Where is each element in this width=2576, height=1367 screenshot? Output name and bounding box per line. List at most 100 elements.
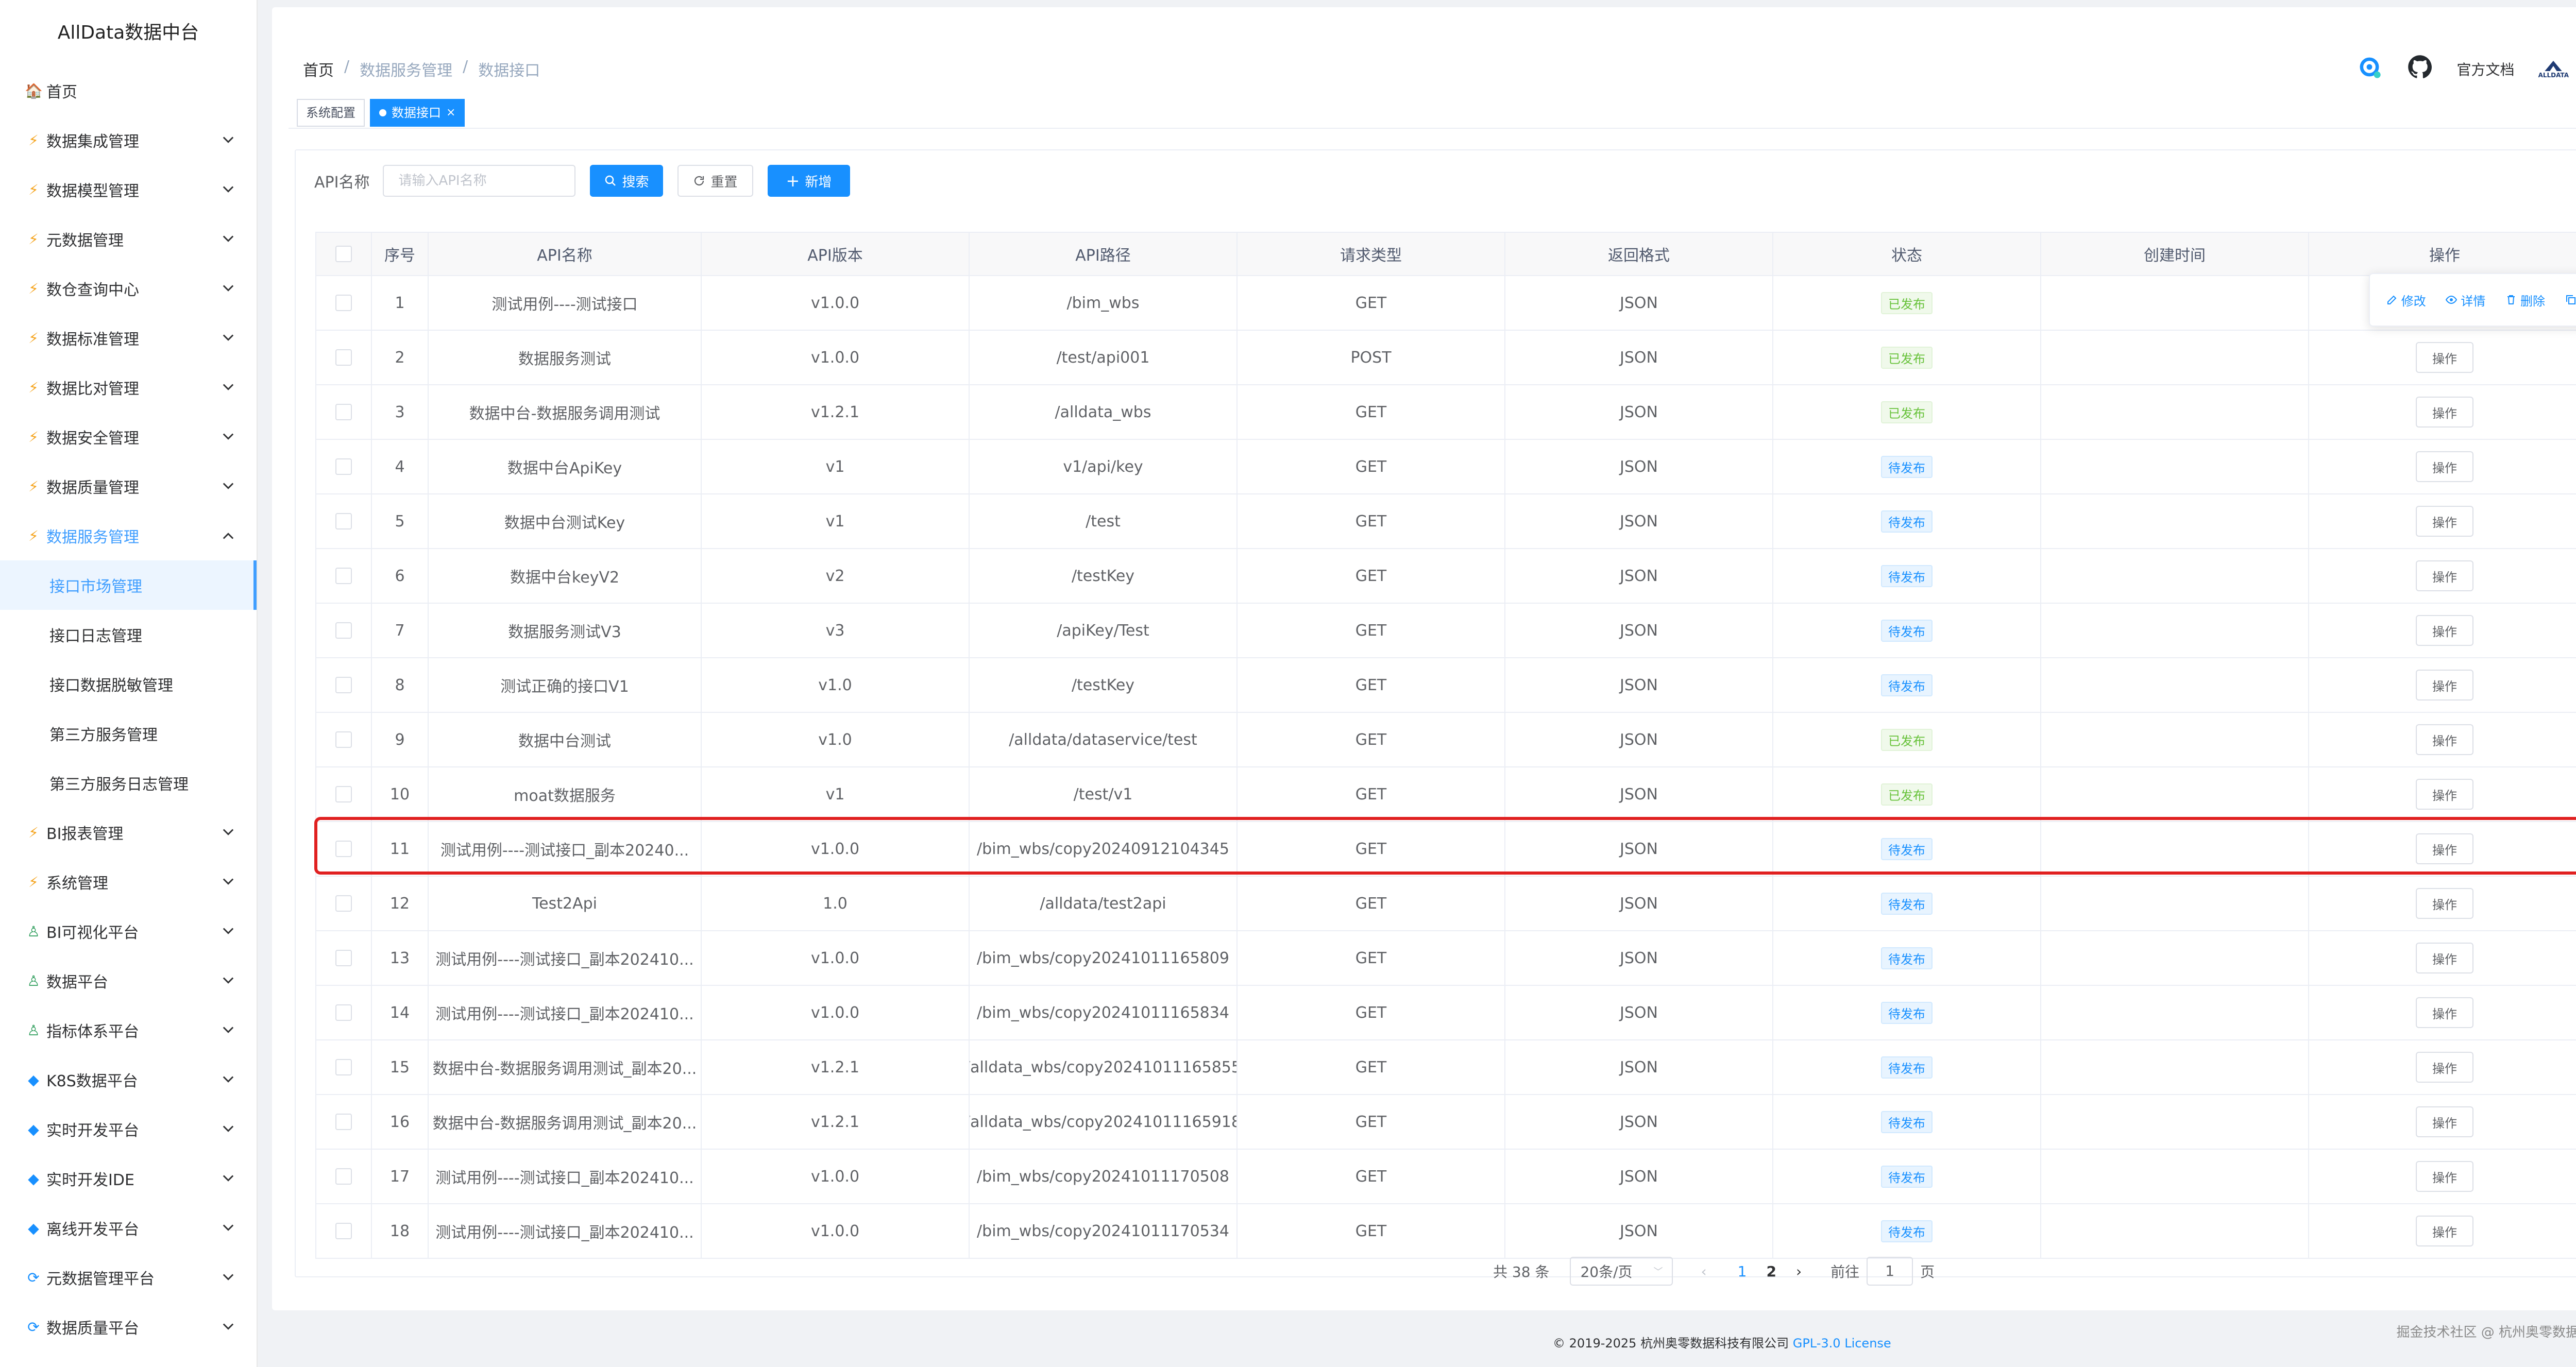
table-row[interactable]: 16 数据中台-数据服务调用测试_副本20... v1.2.1/alldata_wb… <box>315 1095 2576 1150</box>
sidebar-item-13[interactable]: ♙ 数据平台 <box>0 956 257 1005</box>
select-all-checkbox[interactable] <box>335 246 352 262</box>
github-icon[interactable] <box>2406 54 2433 84</box>
reset-button[interactable]: 重置 <box>677 165 753 197</box>
goto-page-input[interactable]: 1 <box>1867 1257 1913 1286</box>
row-action-button[interactable]: 操作 <box>2416 779 2473 810</box>
table-row[interactable]: 7 数据服务测试V3 v3/apiKey/Test GET JSON 待发布 操作 <box>315 604 2576 658</box>
row-checkbox[interactable] <box>335 1059 352 1075</box>
sidebar-item-19[interactable]: ⟳ 元数据管理平台 <box>0 1253 257 1302</box>
row-action-button[interactable]: 操作 <box>2416 1161 2473 1192</box>
table-row[interactable]: 4 数据中台ApiKey v1 v1/api/key GET JSON 待发布 操作 <box>315 440 2576 494</box>
popover-action-0[interactable]: 修改 <box>2386 291 2426 309</box>
row-action-button[interactable]: 操作 <box>2416 397 2473 428</box>
sidebar-item-16[interactable]: ◆ 实时开发平台 <box>0 1104 257 1154</box>
row-checkbox[interactable] <box>335 1114 352 1130</box>
table-row[interactable]: 17 测试用例----测试接口_副本202410... v1.0.0/bim_wbs… <box>315 1150 2576 1204</box>
sidebar-subitem-3[interactable]: 第三方服务管理 <box>0 709 257 758</box>
popover-action-2[interactable]: 删除 <box>2505 291 2545 309</box>
sidebar-item-1[interactable]: ⚡ 数据集成管理 <box>0 115 257 165</box>
table-row[interactable]: 14 测试用例----测试接口_副本202410... v1.0.0/bim_wbs… <box>315 986 2576 1040</box>
row-action-button[interactable]: 操作 <box>2416 342 2473 373</box>
breadcrumb-service[interactable]: 数据服务管理 <box>360 58 452 80</box>
row-checkbox[interactable] <box>335 677 352 693</box>
page-size-select[interactable]: 20条/页 ﹀ <box>1570 1257 1673 1286</box>
row-checkbox[interactable] <box>335 1168 352 1185</box>
sidebar-item-17[interactable]: ◆ 实时开发IDE <box>0 1154 257 1203</box>
popover-action-3[interactable]: 拷贝 <box>2565 291 2576 309</box>
search-button[interactable]: 搜索 <box>590 165 664 197</box>
sidebar-item-10[interactable]: ⚡ BI报表管理 <box>0 808 257 857</box>
sidebar-subitem-2[interactable]: 接口数据脱敏管理 <box>0 659 257 709</box>
row-checkbox[interactable] <box>335 568 352 584</box>
table-row[interactable]: 2 数据服务测试 v1.0.0/test/api001 POST JSON 已发布 操作 <box>315 331 2576 385</box>
table-row[interactable]: 15 数据中台-数据服务调用测试_副本20... v1.2.1/alldata_wb… <box>315 1040 2576 1095</box>
next-page-icon[interactable]: › <box>1796 1263 1802 1280</box>
sidebar-item-15[interactable]: ◆ K8S数据平台 <box>0 1055 257 1104</box>
page-1[interactable]: 1 <box>1738 1263 1747 1280</box>
table-row[interactable]: 18 测试用例----测试接口_副本202410... v1.0.0/bim_wbs… <box>315 1204 2576 1259</box>
breadcrumb-home[interactable]: 首页 <box>303 58 334 80</box>
row-action-button[interactable]: 操作 <box>2416 615 2473 646</box>
row-action-button[interactable]: 操作 <box>2416 1106 2473 1137</box>
sidebar-item-0[interactable]: 🏠 首页 <box>0 66 257 115</box>
table-row[interactable]: 5 数据中台测试Key v1/test GET JSON 待发布 操作 <box>315 494 2576 549</box>
sidebar-item-5[interactable]: ⚡ 数据标准管理 <box>0 313 257 363</box>
sidebar-subitem-0[interactable]: 接口市场管理 <box>0 560 257 610</box>
prev-page-icon[interactable]: ‹ <box>1701 1263 1706 1280</box>
row-checkbox[interactable] <box>335 404 352 420</box>
row-checkbox[interactable] <box>335 1004 352 1021</box>
close-icon[interactable]: × <box>446 100 455 126</box>
row-action-button[interactable]: 操作 <box>2416 560 2473 591</box>
row-checkbox[interactable] <box>335 841 352 857</box>
chat-bot-icon[interactable] <box>2356 54 2383 84</box>
table-row[interactable]: 1测试用例----测试接口v1.0.0/bim_wbsGETJSON已发布操作 <box>315 276 2576 331</box>
sidebar-item-12[interactable]: ♙ BI可视化平台 <box>0 907 257 956</box>
row-checkbox[interactable] <box>335 349 352 366</box>
row-checkbox[interactable] <box>335 786 352 802</box>
table-row[interactable]: 10 moat数据服务 v1/test/v1 GET JSON 已发布 操作 <box>315 767 2576 822</box>
sidebar-item-3[interactable]: ⚡ 元数据管理 <box>0 214 257 264</box>
popover-action-1[interactable]: 详情 <box>2445 291 2485 309</box>
row-action-button[interactable]: 操作 <box>2416 724 2473 755</box>
page-2[interactable]: 2 <box>1766 1263 1776 1280</box>
sidebar-item-11[interactable]: ⚡ 系统管理 <box>0 857 257 907</box>
row-action-button[interactable]: 操作 <box>2416 997 2473 1028</box>
table-row[interactable]: 13 测试用例----测试接口_副本202410... v1.0.0/bim_wbs… <box>315 931 2576 986</box>
sidebar-item-7[interactable]: ⚡ 数据安全管理 <box>0 412 257 462</box>
row-action-button[interactable]: 操作 <box>2416 943 2473 973</box>
api-name-input[interactable]: 请输入API名称 <box>383 165 576 197</box>
sidebar-item-8[interactable]: ⚡ 数据质量管理 <box>0 462 257 511</box>
docs-link[interactable]: 官方文档 <box>2457 59 2515 79</box>
sidebar-item-18[interactable]: ◆ 离线开发平台 <box>0 1203 257 1253</box>
add-button[interactable]: + 新增 <box>767 165 851 197</box>
sidebar-item-20[interactable]: ⟳ 数据质量平台 <box>0 1302 257 1352</box>
row-action-button[interactable]: 操作 <box>2416 1216 2473 1246</box>
sidebar-subitem-4[interactable]: 第三方服务日志管理 <box>0 758 257 808</box>
sidebar-item-14[interactable]: ♙ 指标体系平台 <box>0 1005 257 1055</box>
table-row[interactable]: 12 Test2Api 1.0/alldata/test2api GET JSON 待发布… <box>315 877 2576 931</box>
table-row[interactable]: 6 数据中台keyV2 v2/testKey GET JSON 待发布 操作 <box>315 549 2576 604</box>
sidebar-item-9[interactable]: ⚡ 数据服务管理 <box>0 511 257 560</box>
sidebar-item-2[interactable]: ⚡ 数据模型管理 <box>0 165 257 214</box>
row-checkbox[interactable] <box>335 950 352 966</box>
row-action-button[interactable]: 操作 <box>2416 833 2473 864</box>
row-checkbox[interactable] <box>335 622 352 639</box>
row-action-button[interactable]: 操作 <box>2416 888 2473 919</box>
row-action-button[interactable]: 操作 <box>2416 451 2473 482</box>
row-checkbox[interactable] <box>335 295 352 311</box>
sidebar-item-6[interactable]: ⚡ 数据比对管理 <box>0 363 257 412</box>
row-checkbox[interactable] <box>335 895 352 912</box>
row-checkbox[interactable] <box>335 1223 352 1239</box>
app-logo-title[interactable]: AllData数据中台 <box>0 0 257 66</box>
row-action-button[interactable]: 操作 <box>2416 1052 2473 1083</box>
row-checkbox[interactable] <box>335 513 352 529</box>
user-avatar[interactable]: ALLDATA <box>2538 60 2576 78</box>
row-checkbox[interactable] <box>335 458 352 475</box>
table-row[interactable]: 9 数据中台测试 v1.0/alldata/dataservice/test GET J… <box>315 713 2576 767</box>
row-action-button[interactable]: 操作 <box>2416 506 2473 537</box>
table-row[interactable]: 8 测试正确的接口V1 v1.0/testKey GET JSON 待发布 操作 <box>315 658 2576 713</box>
table-row[interactable]: 11 测试用例----测试接口_副本20240... v1.0.0/bim_wbs/… <box>315 822 2576 877</box>
row-action-button[interactable]: 操作 <box>2416 670 2473 700</box>
tab-system-config[interactable]: 系统配置 <box>297 99 365 127</box>
sidebar-subitem-1[interactable]: 接口日志管理 <box>0 610 257 659</box>
